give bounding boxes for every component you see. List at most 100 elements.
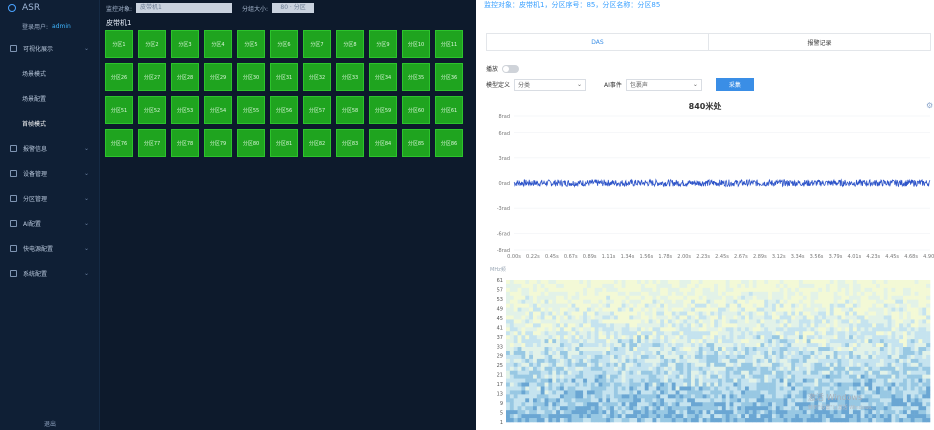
- zone-tile[interactable]: 分区30: [237, 63, 265, 91]
- zone-tile[interactable]: 分区36: [435, 63, 463, 91]
- zone-tile[interactable]: 分区82: [303, 129, 331, 157]
- sidebar-item-0[interactable]: 可视化展示 ⌄: [0, 36, 99, 61]
- heatmap-cell: [633, 319, 638, 324]
- heatmap-cell: [575, 295, 580, 301]
- zone-tile[interactable]: 分区55: [237, 96, 265, 124]
- gear-icon[interactable]: ⚙: [926, 101, 933, 110]
- tab-alarm-records[interactable]: 报警记录: [709, 34, 930, 50]
- heatmap-cell: [922, 410, 927, 415]
- zone-tile[interactable]: 分区78: [171, 129, 199, 157]
- zone-tile[interactable]: 分区60: [402, 96, 430, 124]
- heatmap-cell: [671, 311, 676, 316]
- zone-tile[interactable]: 分区33: [336, 63, 364, 91]
- heatmap-cell: [872, 362, 877, 368]
- zone-tile[interactable]: 分区34: [369, 63, 397, 91]
- zone-tile[interactable]: 分区83: [336, 129, 364, 157]
- model-select[interactable]: 分类 ⌄: [514, 78, 587, 91]
- heatmap-cell: [602, 343, 607, 348]
- logout-button[interactable]: 退出: [0, 419, 100, 428]
- zone-tile[interactable]: 分区86: [435, 129, 463, 157]
- heatmap-cell: [687, 339, 692, 344]
- heatmap-cell: [706, 303, 711, 308]
- sidebar-item-9[interactable]: 系统配置 ⌄: [0, 261, 99, 286]
- ai-event-select[interactable]: 包裹声 ⌄: [625, 78, 702, 91]
- heatmap-cell: [787, 315, 792, 320]
- zone-tile[interactable]: 分区3: [171, 30, 199, 58]
- x-tick-label: 0.00s: [507, 254, 521, 260]
- sidebar-item-2[interactable]: 场景配置: [0, 86, 99, 111]
- heatmap-cell: [556, 362, 561, 368]
- zone-tile[interactable]: 分区54: [204, 96, 232, 124]
- zone-tile[interactable]: 分区8: [336, 30, 364, 58]
- zone-tile[interactable]: 分区80: [237, 129, 265, 157]
- heatmap-cell: [513, 374, 518, 379]
- zone-tile[interactable]: 分区56: [270, 96, 298, 124]
- zone-tile[interactable]: 分区26: [105, 63, 133, 91]
- zone-tile[interactable]: 分区81: [270, 129, 298, 157]
- heatmap-cell: [775, 335, 780, 340]
- collect-button[interactable]: 采集: [715, 78, 754, 91]
- heatmap-cell: [556, 370, 561, 375]
- heatmap-cell: [594, 374, 599, 379]
- heatmap-cell: [571, 319, 576, 324]
- zone-tile[interactable]: 分区76: [105, 129, 133, 157]
- heatmap-cell: [779, 398, 784, 403]
- heatmap-cell: [625, 327, 630, 332]
- zone-tile[interactable]: 分区5: [237, 30, 265, 58]
- heatmap-cell: [625, 280, 630, 285]
- zone-tile[interactable]: 分区52: [138, 96, 166, 124]
- play-toggle[interactable]: [502, 64, 520, 73]
- heatmap-cell: [548, 366, 553, 372]
- heatmap-cell: [806, 351, 811, 356]
- zone-tile[interactable]: 分区51: [105, 96, 133, 124]
- heatmap-cell: [606, 343, 611, 348]
- heatmap-cell: [521, 370, 526, 375]
- heatmap-cell: [814, 343, 819, 348]
- heatmap-cell: [729, 390, 734, 395]
- heatmap-cell: [818, 366, 823, 372]
- group-size-select[interactable]: 80 · 分区: [272, 3, 315, 13]
- zone-tile[interactable]: 分区29: [204, 63, 232, 91]
- zone-tile[interactable]: 分区6: [270, 30, 298, 58]
- zone-tile[interactable]: 分区31: [270, 63, 298, 91]
- sidebar-item-3[interactable]: 首帧模式: [0, 111, 99, 136]
- heatmap-cell: [579, 351, 584, 356]
- zone-tile[interactable]: 分区84: [369, 129, 397, 157]
- zone-tile[interactable]: 分区79: [204, 129, 232, 157]
- zone-tile[interactable]: 分区2: [138, 30, 166, 58]
- zone-tile[interactable]: 分区9: [369, 30, 397, 58]
- zone-tile[interactable]: 分区7: [303, 30, 331, 58]
- zone-tile[interactable]: 分区35: [402, 63, 430, 91]
- heatmap-cell: [787, 390, 792, 395]
- sidebar-item-7[interactable]: AI配置 ⌄: [0, 211, 99, 236]
- tab-das[interactable]: DAS: [487, 34, 709, 50]
- sidebar-item-1[interactable]: 场景模式: [0, 61, 99, 86]
- zone-tile[interactable]: 分区32: [303, 63, 331, 91]
- sidebar-item-6[interactable]: 分区管理 ⌄: [0, 186, 99, 211]
- heatmap-cell: [829, 319, 834, 324]
- monitor-target-select[interactable]: 皮带机1: [136, 3, 233, 13]
- sidebar-menu: 可视化展示 ⌄ 场景模式 场景配置 首帧模式 报警信息 ⌄ 设备管理 ⌄ 分区管理 ⌄ AI配置 ⌄ 快电…: [0, 36, 99, 286]
- zone-tile[interactable]: 分区85: [402, 129, 430, 157]
- sidebar-item-5[interactable]: 设备管理 ⌄: [0, 161, 99, 186]
- zone-tile[interactable]: 分区61: [435, 96, 463, 124]
- heatmap-cell: [748, 311, 753, 316]
- sidebar-item-8[interactable]: 快电源配置 ⌄: [0, 236, 99, 261]
- zone-tile[interactable]: 分区11: [435, 30, 463, 58]
- heatmap-cell: [660, 366, 665, 372]
- heatmap-cell: [598, 414, 603, 419]
- zone-tile[interactable]: 分区4: [204, 30, 232, 58]
- zone-tile[interactable]: 分区58: [336, 96, 364, 124]
- heatmap-cell: [637, 354, 642, 360]
- zone-tile[interactable]: 分区27: [138, 63, 166, 91]
- zone-tile[interactable]: 分区28: [171, 63, 199, 91]
- zone-tile[interactable]: 分区77: [138, 129, 166, 157]
- zone-tile[interactable]: 分区59: [369, 96, 397, 124]
- zone-tile[interactable]: 分区1: [105, 30, 133, 58]
- heatmap-cell: [899, 390, 904, 395]
- zone-tile[interactable]: 分区53: [171, 96, 199, 124]
- sidebar-item-4[interactable]: 报警信息 ⌄: [0, 136, 99, 161]
- heatmap-cell: [748, 386, 753, 391]
- zone-tile[interactable]: 分区57: [303, 96, 331, 124]
- zone-tile[interactable]: 分区10: [402, 30, 430, 58]
